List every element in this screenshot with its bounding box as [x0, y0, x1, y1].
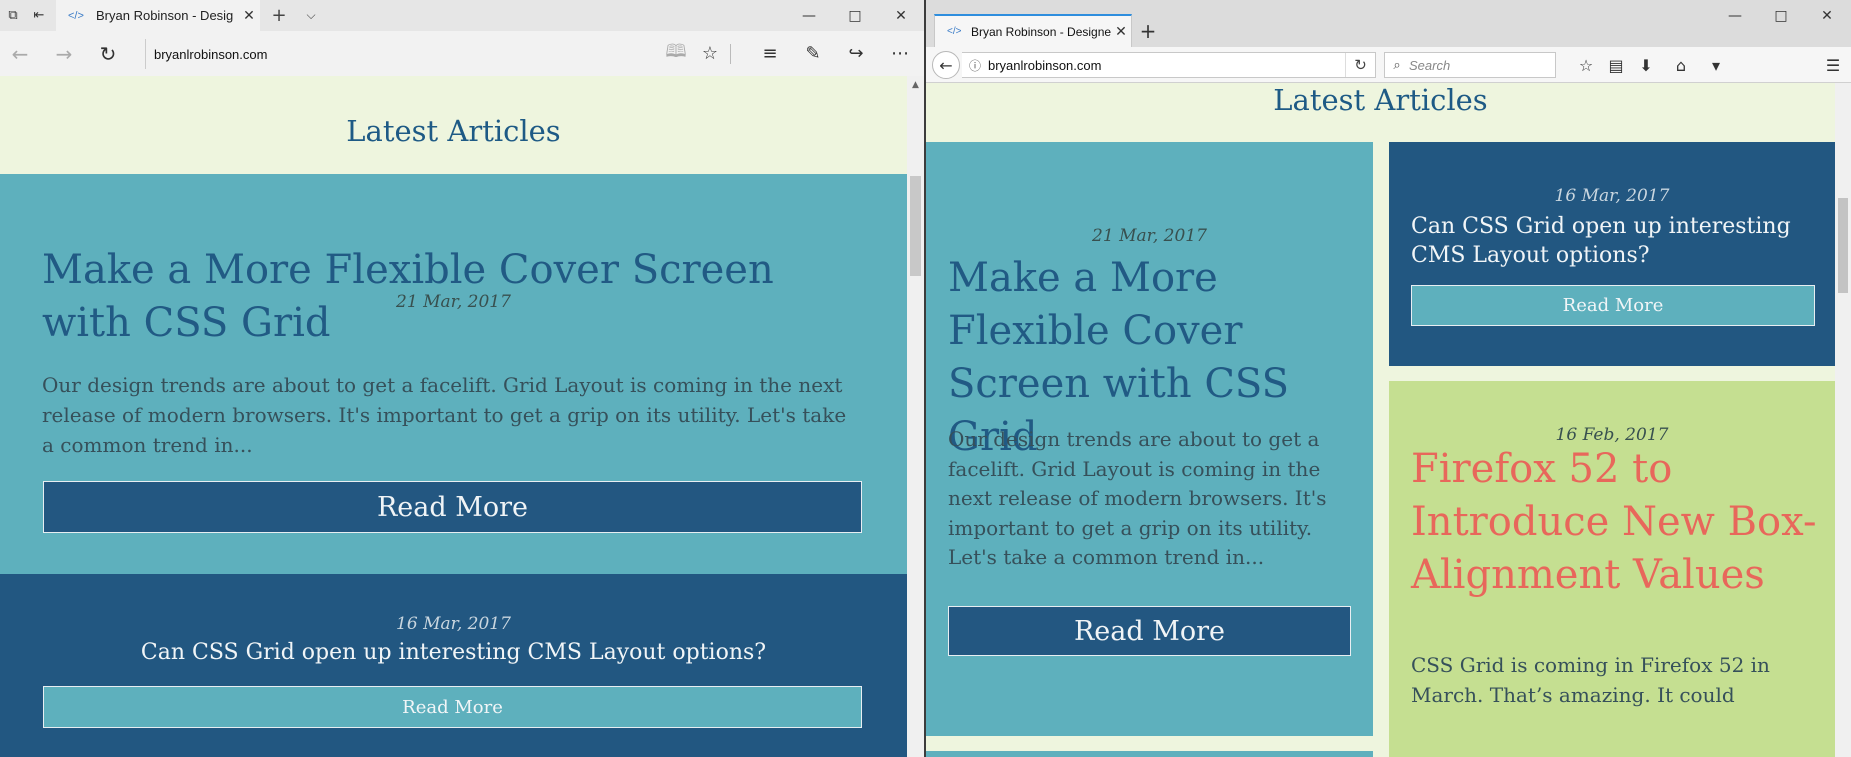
section-heading: Latest Articles [346, 114, 561, 148]
star-icon[interactable]: ☆ [690, 31, 730, 76]
minimize-button[interactable]: — [786, 0, 832, 31]
site-favicon-icon: </> [68, 9, 84, 22]
edge-navigation-bar: ← → ↻ bryanlrobinson.com 🕮 ☆ ≡ ✎ ↪ ⋯ [0, 31, 924, 76]
firefox-page-content: Latest Articles 21 Mar, 2017 Make a More… [926, 83, 1835, 757]
close-tab-icon[interactable]: ✕ [238, 5, 260, 27]
read-more-button[interactable]: Read More [948, 606, 1351, 656]
close-tab-icon[interactable]: ✕ [1111, 22, 1131, 42]
set-aside-tabs-icon[interactable]: ⇤ [26, 0, 52, 31]
search-icon: ⌕ [1393, 57, 1401, 72]
search-input[interactable]: ⌕ Search [1384, 52, 1556, 78]
firefox-url-bar[interactable]: ⓘ bryanlrobinson.com ↻ [962, 52, 1376, 78]
hamburger-menu-icon[interactable]: ☰ [1818, 51, 1848, 79]
maximize-button[interactable]: □ [832, 0, 878, 31]
firefox-browser-window: </> Bryan Robinson - Designer a ✕ + — □ … [926, 0, 1851, 757]
download-icon[interactable]: ⬇ [1631, 51, 1661, 79]
edge-page-content: Latest Articles 21 Mar, 2017 Make a More… [0, 76, 907, 757]
edge-address-bar[interactable]: bryanlrobinson.com [145, 39, 645, 69]
read-more-button[interactable]: Read More [43, 686, 862, 728]
scrollbar-thumb[interactable] [910, 176, 921, 276]
article-title-link[interactable]: Can CSS Grid open up interesting CMS Lay… [1411, 212, 1821, 270]
article-date: 16 Feb, 2017 [1555, 425, 1669, 445]
edge-scrollbar[interactable]: ▲ [907, 76, 924, 757]
back-arrow-icon[interactable]: ← [932, 51, 960, 79]
article-card: 16 Feb, 2017 Firefox 52 to Introduce New… [1389, 381, 1835, 757]
section-heading: Latest Articles [1273, 83, 1488, 117]
edge-tab[interactable]: </> Bryan Robinson - Desig ✕ [56, 0, 260, 31]
article-title-link[interactable]: Make a More Flexible Cover Screen with C… [42, 244, 822, 350]
article-card: 16 Mar, 2017 Can CSS Grid open up intere… [1389, 142, 1835, 366]
read-more-button[interactable]: Read More [1411, 285, 1815, 326]
new-tab-button[interactable]: + [1134, 14, 1162, 47]
back-arrow-icon[interactable]: ← [0, 31, 40, 76]
article-excerpt: CSS Grid is coming in Firefox 52 in Marc… [1411, 653, 1770, 707]
article-excerpt: Our design trends are about to get a fac… [42, 373, 847, 457]
edge-tab-title: Bryan Robinson - Desig [96, 8, 234, 23]
article-card: 21 Mar, 2017 Make a More Flexible Cover … [926, 142, 1373, 736]
article-date: 16 Mar, 2017 [396, 614, 511, 634]
reload-icon[interactable]: ↻ [1345, 53, 1375, 77]
star-icon[interactable]: ☆ [1571, 51, 1601, 79]
scroll-up-icon[interactable]: ▲ [907, 76, 924, 93]
close-window-button[interactable]: ✕ [1804, 0, 1850, 31]
firefox-scrollbar[interactable] [1835, 83, 1851, 757]
article-title-link[interactable]: Firefox 52 to Introduce New Box-Alignmen… [1411, 443, 1831, 602]
pocket-icon[interactable]: ▾ [1701, 51, 1731, 79]
pen-icon[interactable]: ✎ [793, 31, 833, 76]
close-window-button[interactable]: ✕ [878, 0, 924, 31]
article-card [926, 751, 1373, 757]
share-icon[interactable]: ↪ [836, 31, 876, 76]
article-date: 21 Mar, 2017 [1092, 226, 1207, 246]
tab-manager-icon[interactable]: ⧉ [0, 0, 26, 31]
info-icon[interactable]: ⓘ [962, 57, 988, 74]
more-icon[interactable]: ⋯ [880, 31, 920, 76]
address-text: bryanlrobinson.com [154, 46, 268, 62]
article-excerpt: Our design trends are about to get a fac… [948, 427, 1327, 569]
edge-title-bar: ⧉ ⇤ </> Bryan Robinson - Desig ✕ + ⌵ — □… [0, 0, 924, 31]
library-icon[interactable]: ▤ [1601, 51, 1631, 79]
firefox-title-bar: </> Bryan Robinson - Designer a ✕ + — □ … [926, 0, 1851, 47]
new-tab-button[interactable]: + [266, 0, 292, 31]
minimize-button[interactable]: — [1712, 0, 1758, 31]
scrollbar-thumb[interactable] [1838, 198, 1848, 293]
hub-icon[interactable]: ≡ [750, 31, 790, 76]
toolbar-divider [730, 44, 731, 64]
firefox-tab-title: Bryan Robinson - Designer a [971, 24, 1111, 39]
home-icon[interactable]: ⌂ [1666, 51, 1696, 79]
refresh-icon[interactable]: ↻ [88, 31, 128, 76]
firefox-navigation-bar: ← ⓘ bryanlrobinson.com ↻ ⌕ Search ☆ ▤ ⬇ … [926, 47, 1851, 83]
maximize-button[interactable]: □ [1758, 0, 1804, 31]
edge-browser-window: ⧉ ⇤ </> Bryan Robinson - Desig ✕ + ⌵ — □… [0, 0, 924, 757]
firefox-tab[interactable]: </> Bryan Robinson - Designer a ✕ [934, 14, 1132, 47]
site-favicon-icon: </> [947, 26, 962, 37]
article-card: 21 Mar, 2017 Make a More Flexible Cover … [0, 174, 907, 574]
article-card: 16 Mar, 2017 Can CSS Grid open up intere… [0, 574, 907, 757]
article-title-link[interactable]: Can CSS Grid open up interesting CMS Lay… [0, 640, 907, 665]
read-more-button[interactable]: Read More [43, 481, 862, 533]
article-date: 16 Mar, 2017 [1554, 186, 1670, 206]
chevron-down-icon[interactable]: ⌵ [298, 0, 324, 31]
search-placeholder: Search [1409, 57, 1451, 73]
url-text: bryanlrobinson.com [988, 57, 1102, 73]
forward-arrow-icon[interactable]: → [44, 31, 84, 76]
